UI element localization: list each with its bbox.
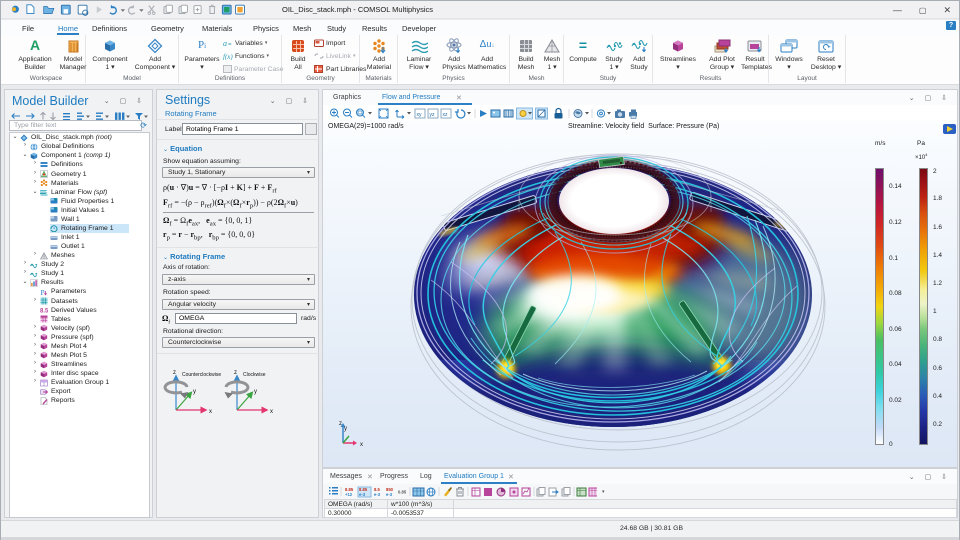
svg-text:a: a: [223, 39, 227, 47]
svg-text:+12: +12: [345, 492, 353, 497]
svg-text:0.85: 0.85: [398, 490, 407, 495]
svg-text:z: z: [339, 421, 342, 427]
svg-text:y: y: [193, 389, 196, 395]
svg-text:xz: xz: [443, 112, 449, 118]
svg-text:e-3: e-3: [386, 492, 393, 497]
svg-text:yz: yz: [430, 112, 436, 118]
svg-text:e-3: e-3: [374, 492, 381, 497]
svg-text:xy: xy: [417, 112, 423, 118]
svg-text:y: y: [254, 389, 257, 395]
svg-text:x: x: [360, 442, 363, 448]
svg-text:y: y: [344, 426, 347, 432]
svg-text:8.5: 8.5: [40, 309, 48, 315]
svg-text:z: z: [234, 370, 237, 376]
svg-text:x: x: [209, 409, 212, 415]
svg-text:x: x: [270, 409, 273, 415]
svg-text:Clockwise: Clockwise: [243, 372, 266, 378]
svg-text:=: =: [228, 42, 232, 47]
svg-text:e-3: e-3: [359, 492, 366, 497]
svg-text:f(x): f(x): [223, 53, 233, 60]
svg-text:z: z: [173, 370, 176, 376]
svg-text:P: P: [41, 288, 45, 296]
svg-text:Counterclockwise: Counterclockwise: [182, 372, 221, 378]
